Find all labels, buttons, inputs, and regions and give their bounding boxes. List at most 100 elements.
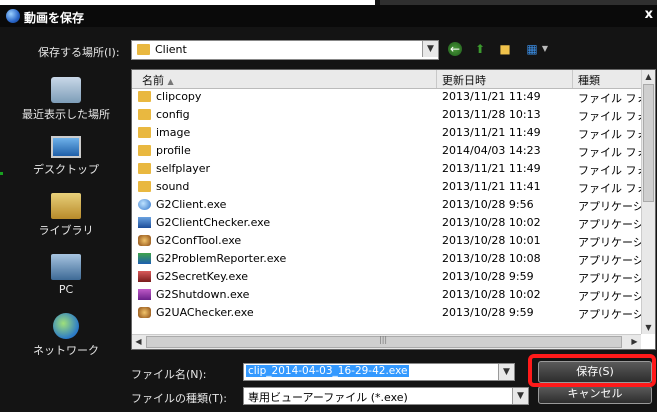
scroll-down-icon[interactable]: ▼	[642, 321, 655, 334]
file-date: 2013/10/28 10:01	[442, 234, 541, 247]
file-date: 2014/04/03 14:23	[442, 144, 541, 157]
back-icon[interactable]: ←	[448, 42, 462, 56]
list-item[interactable]: clipcopy 2013/11/21 11:49 ファイル フォル	[132, 89, 642, 105]
list-item[interactable]: G2Shutdown.exe 2013/10/28 10:02 アプリケーショ	[132, 287, 642, 303]
file-name: G2UAChecker.exe	[156, 306, 254, 319]
scroll-left-icon[interactable]: ◀	[132, 335, 145, 349]
file-name: G2ProblemReporter.exe	[156, 252, 287, 265]
place-desktop[interactable]: デスクトップ	[2, 136, 130, 177]
file-type: ファイル フォル	[578, 92, 642, 105]
file-name-label: ファイル名(N):	[131, 368, 207, 381]
column-divider[interactable]	[572, 70, 573, 88]
globe-icon	[138, 199, 151, 210]
new-folder-icon[interactable]: ■	[497, 42, 513, 56]
column-header-date[interactable]: 更新日時	[442, 72, 486, 88]
places-bar: 最近表示した場所 デスクトップ ライブラリ PC ネットワーク	[2, 67, 130, 397]
column-divider[interactable]	[436, 70, 437, 88]
file-type: ファイル フォル	[578, 182, 642, 195]
file-type: アプリケーショ	[578, 254, 642, 267]
chevron-down-icon[interactable]: ▼	[512, 388, 528, 404]
column-header-type[interactable]: 種類	[578, 72, 600, 88]
place-recent[interactable]: 最近表示した場所	[2, 77, 130, 122]
list-item[interactable]: G2UAChecker.exe 2013/10/28 9:59 アプリケーショ	[132, 305, 642, 321]
file-name: G2ConfTool.exe	[156, 234, 242, 247]
file-date: 2013/10/28 10:02	[442, 288, 541, 301]
file-name: sound	[156, 180, 190, 193]
place-pc[interactable]: PC	[2, 254, 130, 296]
folder-icon	[138, 145, 151, 156]
list-item[interactable]: G2ConfTool.exe 2013/10/28 10:01 アプリケーショ	[132, 233, 642, 249]
column-header-name[interactable]: 名前 ▲	[142, 72, 174, 88]
dialog-title: 動画を保存	[24, 11, 85, 25]
up-folder-icon[interactable]: ⬆	[472, 42, 488, 56]
list-item[interactable]: image 2013/11/21 11:49 ファイル フォル	[132, 125, 642, 141]
file-type: ファイル フォル	[578, 110, 642, 123]
folder-icon	[138, 127, 151, 138]
scroll-right-icon[interactable]: ▶	[628, 335, 641, 349]
list-item[interactable]: profile 2014/04/03 14:23 ファイル フォル	[132, 143, 642, 159]
folder-icon	[137, 44, 150, 55]
reporter-icon	[138, 253, 151, 264]
list-item[interactable]: G2ClientChecker.exe 2013/10/28 10:02 アプリ…	[132, 215, 642, 231]
list-item[interactable]: G2Client.exe 2013/10/28 9:56 アプリケーショ	[132, 197, 642, 213]
list-item[interactable]: G2ProblemReporter.exe 2013/10/28 10:08 ア…	[132, 251, 642, 267]
save-button-highlight	[528, 354, 656, 387]
save-in-dropdown[interactable]: Client ▼	[131, 40, 439, 60]
file-date: 2013/11/21 11:49	[442, 90, 541, 103]
list-item[interactable]: selfplayer 2013/11/21 11:49 ファイル フォル	[132, 161, 642, 177]
folder-icon	[138, 181, 151, 192]
file-date: 2013/10/28 10:02	[442, 216, 541, 229]
chevron-down-icon[interactable]: ▼	[422, 41, 438, 57]
file-name: clipcopy	[156, 90, 202, 103]
file-type-value: 専用ビューアーファイル (*.exe)	[248, 391, 408, 404]
view-menu-arrow-icon[interactable]: ▼	[541, 42, 549, 56]
file-name: selfplayer	[156, 162, 211, 175]
close-button[interactable]: x	[645, 7, 653, 22]
file-type-dropdown[interactable]: 専用ビューアーファイル (*.exe) ▼	[243, 387, 529, 405]
title-bar[interactable]: 動画を保存 x	[0, 5, 657, 27]
folder-icon	[138, 91, 151, 102]
file-name: G2Shutdown.exe	[156, 288, 250, 301]
file-type-label: ファイルの種類(T):	[131, 392, 228, 405]
file-type: アプリケーショ	[578, 272, 642, 285]
scroll-thumb[interactable]	[643, 84, 654, 202]
file-name: config	[156, 108, 190, 121]
app-icon	[6, 9, 20, 23]
list-item[interactable]: sound 2013/11/21 11:41 ファイル フォル	[132, 179, 642, 195]
file-name: G2Client.exe	[156, 198, 227, 211]
file-date: 2013/11/28 10:13	[442, 108, 541, 121]
chevron-down-icon[interactable]: ▼	[498, 364, 514, 380]
place-label: ネットワーク	[33, 344, 99, 357]
file-list[interactable]: 名前 ▲ 更新日時 種類 clipcopy 2013/11/21 11:49 フ…	[131, 69, 656, 350]
file-type: ファイル フォル	[578, 164, 642, 177]
list-header: 名前 ▲ 更新日時 種類	[132, 70, 641, 89]
place-label: PC	[58, 283, 74, 296]
file-type: ファイル フォル	[578, 128, 642, 141]
gear-icon	[138, 235, 151, 246]
vertical-scrollbar[interactable]: ▲ ▼	[641, 70, 655, 334]
file-date: 2013/11/21 11:49	[442, 162, 541, 175]
scroll-thumb[interactable]: |||	[146, 335, 622, 348]
file-type: ファイル フォル	[578, 146, 642, 159]
file-name-value[interactable]: clip_2014-04-03_16-29-42.exe	[246, 365, 410, 377]
desktop-icon	[51, 136, 81, 158]
key-icon	[138, 271, 151, 282]
list-item[interactable]: G2SecretKey.exe 2013/10/28 9:59 アプリケーショ	[132, 269, 642, 285]
place-libraries[interactable]: ライブラリ	[2, 193, 130, 238]
view-menu-icon[interactable]: ▦	[524, 42, 540, 56]
file-name: G2SecretKey.exe	[156, 270, 249, 283]
list-item[interactable]: config 2013/11/28 10:13 ファイル フォル	[132, 107, 642, 123]
place-network[interactable]: ネットワーク	[2, 313, 130, 358]
cancel-button[interactable]: キャンセル	[538, 386, 652, 404]
save-in-label: 保存する場所(I):	[38, 46, 120, 59]
edge-marker	[0, 172, 3, 175]
file-type: アプリケーショ	[578, 290, 642, 303]
file-name-input[interactable]: clip_2014-04-03_16-29-42.exe ▼	[243, 363, 515, 381]
scroll-up-icon[interactable]: ▲	[642, 70, 655, 83]
save-in-value: Client	[155, 43, 187, 56]
horizontal-scrollbar[interactable]: ◀ ||| ▶	[132, 334, 641, 349]
gear-icon	[138, 307, 151, 318]
file-name: G2ClientChecker.exe	[156, 216, 271, 229]
folder-icon	[138, 163, 151, 174]
file-type: アプリケーショ	[578, 200, 642, 213]
